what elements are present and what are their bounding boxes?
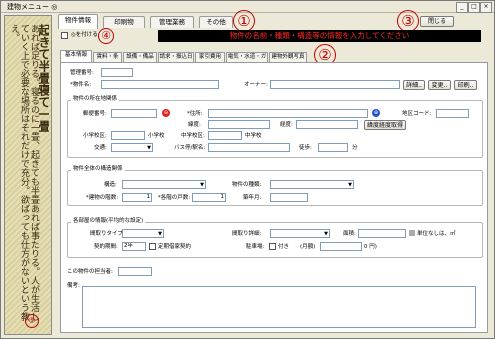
layout-type-label: 間取りタイプ:: [90, 231, 125, 237]
notes-textarea[interactable]: [82, 286, 476, 328]
map-search-icon[interactable]: ⊕: [372, 109, 380, 117]
window-title: 建物メニュー ◎: [7, 3, 58, 11]
elementary-input[interactable]: [111, 131, 145, 140]
floors-label: *建物の階数:: [86, 195, 119, 201]
walk-minutes-input[interactable]: [318, 143, 348, 152]
location-group-label: 物件の所在地関係: [71, 96, 120, 103]
owner-label: オーナー:: [244, 82, 268, 88]
area-input[interactable]: [358, 229, 406, 238]
subtab-rent[interactable]: 賃料・条件: [93, 52, 122, 69]
owner-input[interactable]: [270, 80, 400, 89]
fixed-lease-checkbox[interactable]: [149, 243, 156, 250]
structure-label: 構造:: [104, 182, 117, 188]
subtab-moving-costs[interactable]: 家引費用: [195, 52, 225, 62]
fixed-lease-label: 定期借家契約: [158, 244, 192, 250]
maximize-button[interactable]: □: [468, 2, 480, 13]
subtab-exterior-photo[interactable]: 建物外観写真: [269, 52, 307, 62]
owner-print-button[interactable]: 印刷..: [454, 80, 477, 90]
tab-print[interactable]: 印刷物: [103, 16, 145, 28]
address-input[interactable]: [208, 109, 368, 118]
owner-change-button[interactable]: 変更..: [428, 80, 451, 90]
transport-label: 交通:: [94, 145, 107, 151]
parking-label: 駐車場:: [246, 244, 265, 250]
rooms-group: [67, 222, 483, 258]
property-kind-select[interactable]: [270, 180, 354, 189]
sidebar-proverb: 起きて半畳寝て一畳 あれば足りる。寝るのに一畳、起きても半畳あれば事たりる。人が…: [4, 15, 52, 335]
elementary-suffix: 小学校: [148, 133, 165, 139]
bus-stop-label: バス停/駅名:: [174, 145, 206, 151]
layout-detail-select[interactable]: [270, 229, 330, 238]
contract-period-label: 契約期間:: [94, 244, 118, 250]
subtab-utilities[interactable]: 電気・水道・ガス: [226, 52, 268, 69]
mark-checkbox[interactable]: [61, 32, 68, 39]
get-latlng-button[interactable]: 緯度経度取得: [364, 120, 406, 130]
district-code-label: 地区コード:: [402, 111, 432, 117]
tab-other[interactable]: その他: [199, 16, 233, 28]
mark-checkbox-label: ◎を付ける: [71, 32, 98, 38]
manager-label: この物件の担当者:: [67, 269, 113, 275]
transport-select[interactable]: [111, 143, 153, 152]
district-code-input[interactable]: [436, 109, 469, 118]
walk-unit: 分: [352, 145, 358, 151]
manager-input[interactable]: [118, 267, 152, 276]
structure-group-label: 物件全体の構造関係: [71, 166, 125, 173]
close-button[interactable]: 閉じる: [420, 16, 454, 27]
owner-detail-button[interactable]: 詳細..: [403, 80, 425, 90]
layout-type-select[interactable]: [122, 229, 164, 238]
middle-school-label: 中学校区:: [181, 133, 205, 139]
units-input[interactable]: 1: [192, 193, 226, 202]
property-name-input[interactable]: [101, 80, 219, 89]
close-window-button[interactable]: ×: [480, 2, 492, 13]
kanri-no-label: 管理番号:: [70, 70, 94, 76]
latitude-input[interactable]: [208, 120, 270, 129]
subtab-equipment[interactable]: 設備・備品: [123, 52, 157, 62]
area-label: 面積:: [343, 231, 356, 237]
middle-school-input[interactable]: [208, 131, 242, 140]
parking-fee-input[interactable]: [320, 242, 362, 251]
minimize-button[interactable]: _: [456, 2, 468, 13]
parking-fee-unit: 0 円): [364, 244, 377, 250]
tab-property-info[interactable]: 物件情報: [58, 14, 98, 29]
property-kind-label: 物件の種類:: [232, 182, 262, 188]
kanri-no-input[interactable]: [101, 68, 133, 77]
property-name-label: *物件名:: [70, 82, 92, 88]
structure-select[interactable]: [122, 180, 206, 189]
contract-period-input[interactable]: 2年: [122, 242, 146, 251]
floors-input[interactable]: 1: [122, 193, 152, 202]
tab-management[interactable]: 管理業務: [150, 16, 194, 28]
units-label: *各階の戸数:: [158, 195, 191, 201]
parking-option: 付き: [278, 244, 290, 250]
zip-input[interactable]: [111, 109, 157, 118]
middle-school-suffix: 中学校: [245, 133, 262, 139]
marker-1: ①: [233, 10, 255, 32]
address-label: *住所:: [187, 111, 203, 117]
unit-marker-icon: [409, 230, 415, 236]
bus-stop-input[interactable]: [208, 143, 290, 152]
parking-monthly-label: (月額): [300, 244, 316, 250]
longitude-label: 経度:: [280, 122, 293, 128]
marker-3: ③: [397, 10, 419, 32]
marker-5: ⑤: [25, 314, 39, 328]
rooms-group-label: 各部屋の情報(平均的な設定): [71, 218, 146, 225]
layout-detail-label: 間取り詳細:: [232, 231, 262, 237]
parking-checkbox[interactable]: [269, 243, 276, 250]
area-unit-note: 単位なしは、㎡: [417, 231, 456, 237]
subtab-billing[interactable]: 請求・振込日: [158, 52, 194, 62]
latitude-label: 緯度:: [188, 122, 201, 128]
elementary-label: 小学校区:: [83, 133, 107, 139]
walk-label: 徒歩:: [299, 145, 312, 151]
built-year-input[interactable]: [270, 193, 308, 202]
built-year-label: 築年月:: [243, 195, 262, 201]
longitude-input[interactable]: [296, 120, 358, 129]
notes-label: 備考:: [67, 283, 80, 289]
proverb-text: あれば足りる。寝るのに一畳、起きても半畳あれば事たりる。人が生活していく上で必要…: [9, 24, 39, 321]
zip-label: 郵便番号:: [83, 111, 107, 117]
instruction-banner: 物件の名前・種類・構造等の情報を入力してください: [158, 30, 481, 42]
zip-search-icon[interactable]: ⊖: [162, 109, 170, 117]
marker-4: ④: [98, 28, 114, 44]
